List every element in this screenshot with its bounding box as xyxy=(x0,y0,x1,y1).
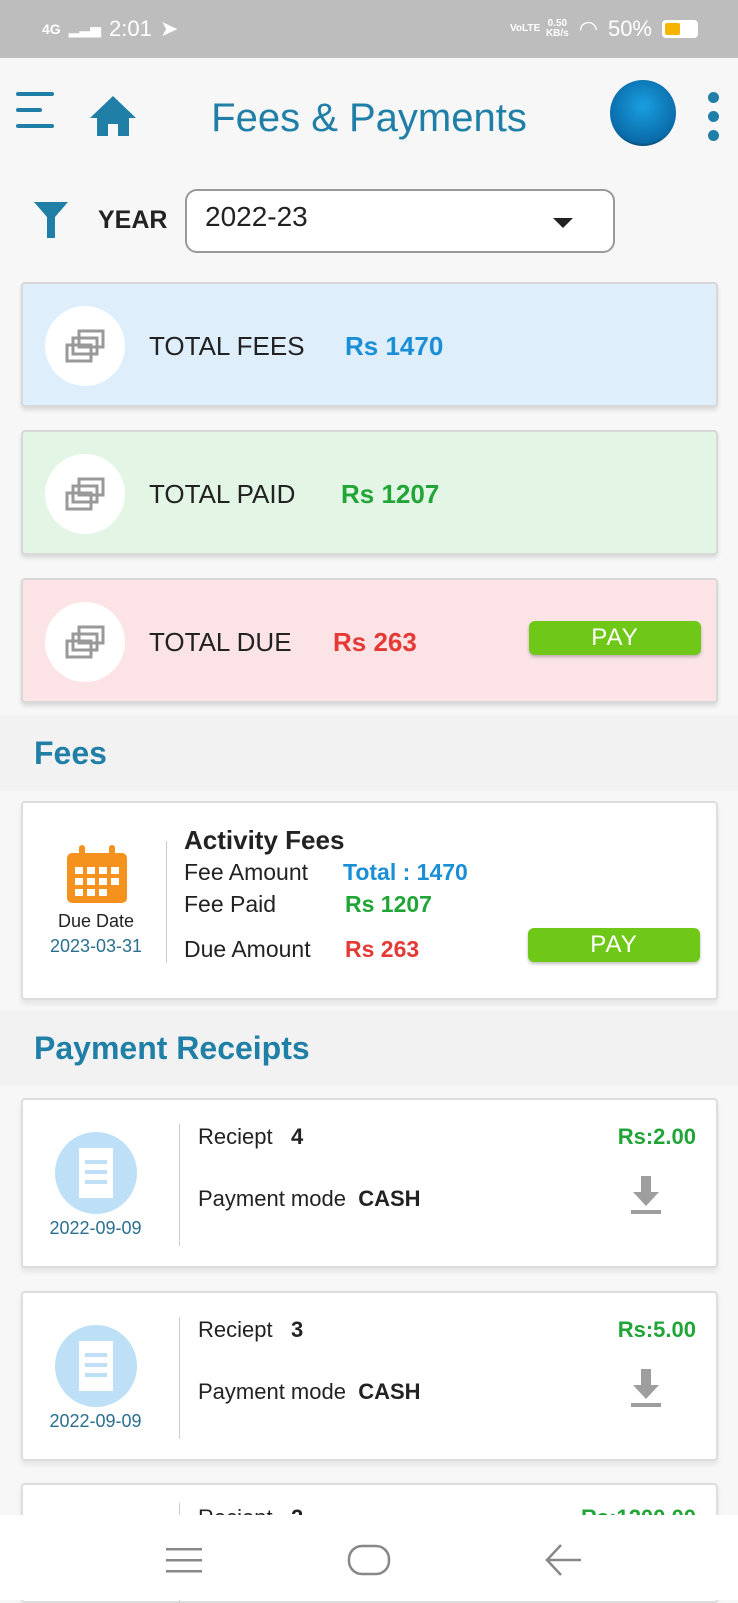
receipt-number: 3 xyxy=(290,1317,304,1342)
payment-mode-label: Payment mode xyxy=(198,1379,346,1404)
fees-section-header: Fees xyxy=(0,715,738,791)
receipt-icon xyxy=(55,1132,137,1214)
year-select[interactable]: 2022-23 xyxy=(185,189,615,253)
total-fees-label: TOTAL FEES xyxy=(149,331,305,361)
receipt-amount: Rs:2.00 xyxy=(617,1124,696,1149)
wifi-icon: ◠ xyxy=(578,16,598,41)
fees-section-title: Fees xyxy=(34,735,107,771)
total-paid-card: TOTAL PAID Rs 1207 xyxy=(21,430,718,555)
fee-item-card: Due Date 2023-03-31 Activity Fees Fee Am… xyxy=(21,801,718,1000)
receipt-card: 2022-09-09 Reciept 3 Rs:5.00 Payment mod… xyxy=(21,1291,718,1461)
total-fees-card: TOTAL FEES Rs 1470 xyxy=(21,282,718,407)
system-nav-bar xyxy=(0,1515,738,1600)
year-label: YEAR xyxy=(98,206,168,234)
payment-mode-value: CASH xyxy=(358,1186,421,1211)
due-date-label: Due Date xyxy=(57,911,135,931)
clock: 2:01 xyxy=(109,16,152,41)
status-bar: 4G ▂▃▅ 2:01 ➤ VoLTE 0.50 KB/s ◠ 50% xyxy=(0,0,738,58)
avatar[interactable] xyxy=(610,80,676,146)
gallery-icon xyxy=(45,602,125,682)
receipt-amount: Rs:5.00 xyxy=(617,1317,696,1342)
network-icon: 4G xyxy=(42,21,61,37)
home-nav-icon[interactable] xyxy=(347,1544,391,1578)
due-date-value: 2023-03-31 xyxy=(49,936,143,956)
total-due-value: Rs 263 xyxy=(333,627,417,657)
fee-paid-value: Rs 1207 xyxy=(345,891,432,917)
back-icon[interactable] xyxy=(545,1543,583,1577)
fee-amount-label: Fee Amount xyxy=(184,859,309,885)
fee-name: Activity Fees xyxy=(184,825,345,855)
battery-percent: 50% xyxy=(607,16,652,41)
telegram-icon: ➤ xyxy=(159,16,179,41)
receipt-date: 2022-09-09 xyxy=(49,1218,142,1238)
battery-icon xyxy=(662,20,698,38)
total-fees-value: Rs 1470 xyxy=(345,331,444,361)
due-amount-value: Rs 263 xyxy=(345,936,420,962)
chevron-down-icon xyxy=(553,218,573,228)
calendar-icon xyxy=(67,845,127,903)
app-header: Fees & Payments YEAR 2022-23 xyxy=(0,58,738,263)
signal-icon: ▂▃▅ xyxy=(68,20,101,37)
download-icon[interactable] xyxy=(629,1369,663,1409)
download-icon[interactable] xyxy=(629,1176,663,1216)
gallery-icon xyxy=(45,454,125,534)
filter-icon xyxy=(34,202,68,238)
total-due-label: TOTAL DUE xyxy=(149,627,292,657)
receipt-label: Reciept xyxy=(198,1124,273,1149)
receipt-label: Reciept xyxy=(198,1317,273,1342)
receipt-number: 4 xyxy=(290,1124,304,1149)
due-amount-label: Due Amount xyxy=(184,936,311,962)
gallery-icon xyxy=(45,306,125,386)
pay-button[interactable]: PAY xyxy=(529,621,701,655)
fee-amount-value: Total : 1470 xyxy=(343,859,468,885)
year-value: 2022-23 xyxy=(205,201,308,232)
fee-pay-button[interactable]: PAY xyxy=(528,928,700,962)
payment-mode-value: CASH xyxy=(358,1379,421,1404)
total-paid-value: Rs 1207 xyxy=(341,479,440,509)
receipts-section-header: Payment Receipts xyxy=(0,1010,738,1086)
network-speed: 0.50 KB/s xyxy=(545,18,569,39)
total-paid-label: TOTAL PAID xyxy=(149,479,296,509)
recent-apps-icon[interactable] xyxy=(166,1548,202,1574)
total-due-card: TOTAL DUE Rs 263 PAY xyxy=(21,578,718,703)
receipt-date: 2022-09-09 xyxy=(49,1411,142,1431)
payment-mode-label: Payment mode xyxy=(198,1186,346,1211)
more-options-icon[interactable] xyxy=(708,92,719,149)
fee-paid-label: Fee Paid xyxy=(184,891,277,917)
receipts-section-title: Payment Receipts xyxy=(34,1030,310,1066)
receipt-icon xyxy=(55,1325,137,1407)
volte-icon: VoLTE xyxy=(509,23,541,34)
receipt-card: 2022-09-09 Reciept 4 Rs:2.00 Payment mod… xyxy=(21,1098,718,1268)
